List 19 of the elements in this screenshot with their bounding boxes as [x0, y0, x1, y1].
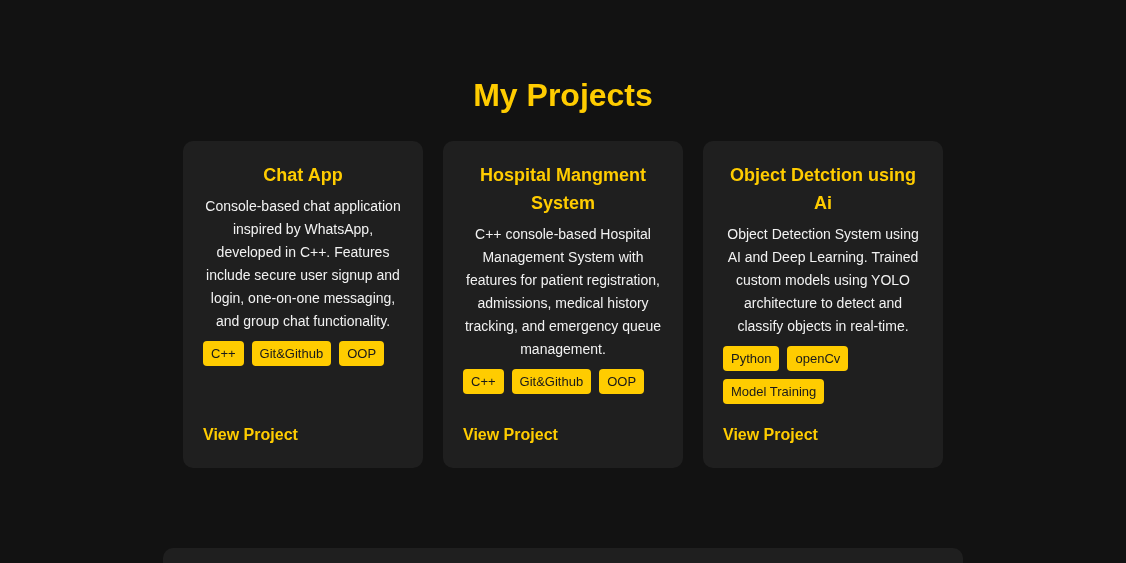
project-description: C++ console-based Hospital Management System with features for patient registration, admissions, medical history tracking, and emergency queue management.	[463, 225, 663, 359]
project-description: Object Detection System using AI and Deep Learning. Trained custom models using YOLO architecture to detect and classify objects in real-time.	[726, 225, 920, 336]
tech-tag: C++	[203, 341, 244, 366]
tech-tag: C++	[463, 369, 504, 394]
project-title: Chat App	[263, 164, 343, 187]
project-description: Console-based chat application inspired by WhatsApp, developed in C++. Features include secure user signup and login, one-on-one messaging, and group chat functionality.	[204, 197, 402, 331]
tech-tag: Model Training	[723, 379, 825, 404]
section-title: My Projects	[473, 76, 653, 114]
tech-tag: OOP	[599, 369, 645, 394]
tech-tag: openCv	[787, 346, 849, 371]
tech-tag: Python	[723, 346, 780, 371]
view-project-link[interactable]: View Project	[203, 425, 298, 445]
project-title: Hospital Mangment System	[479, 164, 647, 215]
view-project-link[interactable]: View Project	[723, 425, 818, 445]
project-title: Object Detction using Ai	[729, 164, 917, 215]
tech-tag: Git&Github	[511, 369, 592, 394]
view-project-link[interactable]: View Project	[463, 425, 558, 445]
tech-tag: Git&Github	[251, 341, 332, 366]
tech-tag: OOP	[339, 341, 385, 366]
